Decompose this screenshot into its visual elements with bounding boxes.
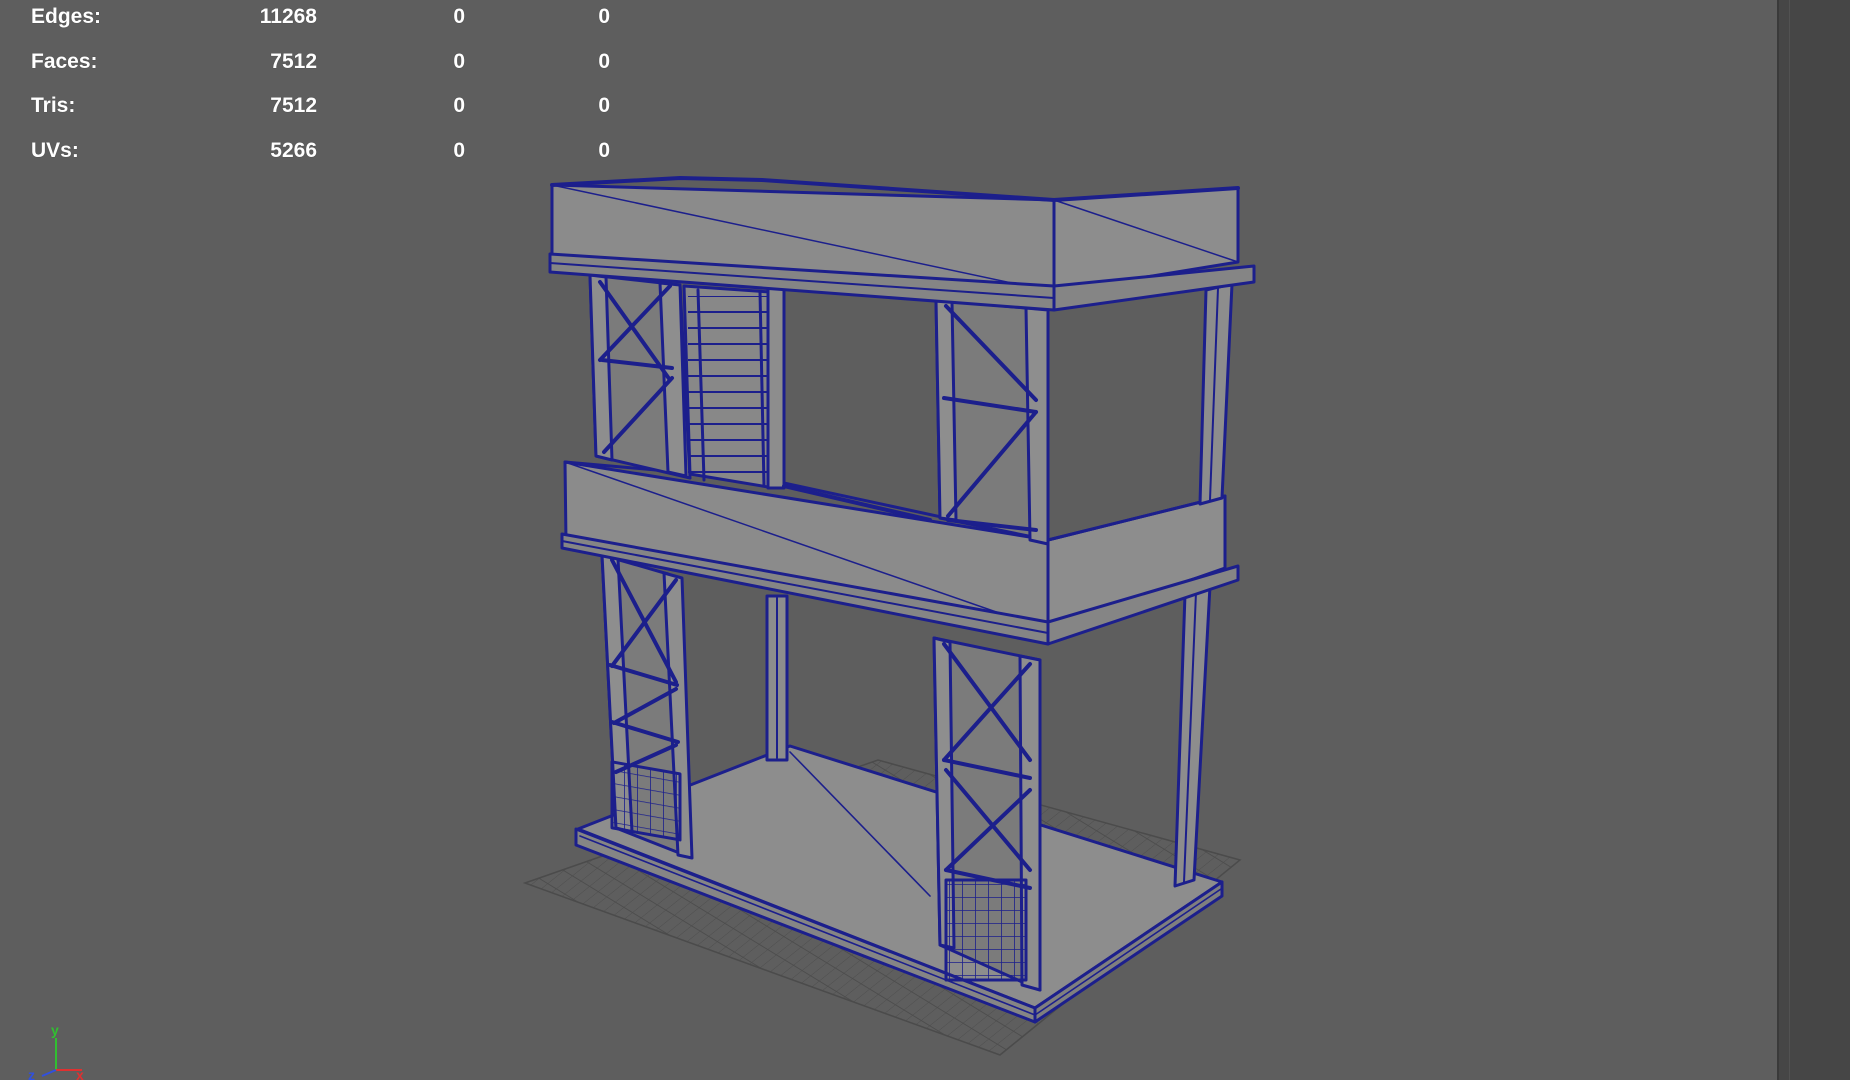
y-axis-label: y — [51, 1022, 59, 1038]
x-axis-label: x — [76, 1067, 84, 1080]
upper-front-tower — [934, 298, 1050, 546]
upper-left-tower — [588, 273, 776, 490]
lower-back-pole — [765, 594, 789, 762]
upper-back-pole — [766, 286, 786, 490]
lower-left-tower — [600, 553, 694, 860]
lower-right-back-pole — [1173, 584, 1212, 888]
z-axis-line — [41, 1069, 57, 1077]
z-axis-label: z — [28, 1067, 35, 1080]
3d-viewport[interactable]: Edges: 11268 0 0 Faces: 7512 0 0 Tris: 7… — [0, 0, 1777, 1080]
axis-gizmo: y z x — [28, 1022, 84, 1080]
scaffold-tower-model[interactable] — [0, 0, 1777, 1080]
side-panel-edge — [1777, 0, 1850, 1080]
upper-right-back-pole — [1198, 282, 1234, 506]
panel-divider — [1789, 0, 1790, 1080]
lower-front-tower — [932, 636, 1042, 992]
